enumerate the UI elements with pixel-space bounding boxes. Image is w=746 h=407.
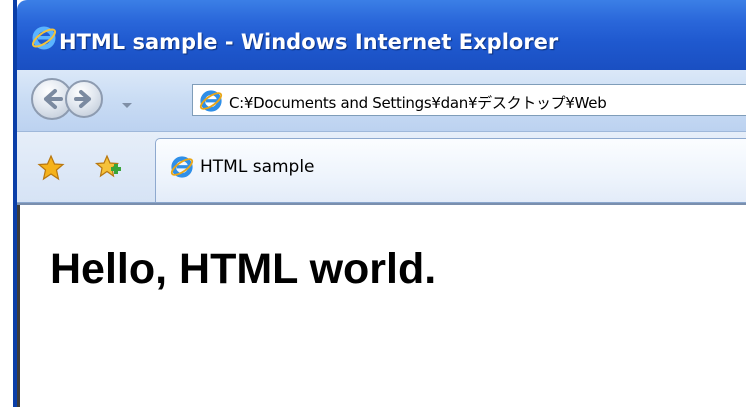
chevron-down-icon[interactable] bbox=[120, 96, 134, 115]
title-bar[interactable]: HTML sample - Windows Internet Explorer bbox=[17, 0, 746, 70]
address-bar[interactable]: C:¥Documents and Settings¥dan¥デスクトップ¥Web bbox=[192, 84, 746, 116]
internet-explorer-icon bbox=[199, 89, 223, 117]
star-icon[interactable] bbox=[37, 154, 65, 186]
window-title: HTML sample - Windows Internet Explorer bbox=[59, 30, 559, 54]
forward-arrow-icon bbox=[74, 90, 91, 108]
address-text[interactable]: C:¥Documents and Settings¥dan¥デスクトップ¥Web bbox=[229, 92, 607, 113]
tab-bar: HTML sample bbox=[17, 132, 746, 203]
internet-explorer-icon bbox=[31, 25, 57, 55]
content-border bbox=[17, 205, 20, 407]
page-content: Hello, HTML world. bbox=[17, 203, 746, 407]
browser-window: HTML sample - Windows Internet Explorer bbox=[13, 0, 746, 407]
forward-button[interactable] bbox=[65, 80, 103, 118]
page-heading: Hello, HTML world. bbox=[50, 245, 437, 293]
tab-html-sample[interactable]: HTML sample bbox=[155, 138, 746, 202]
navigation-bar: C:¥Documents and Settings¥dan¥デスクトップ¥Web bbox=[17, 70, 746, 132]
internet-explorer-icon bbox=[170, 155, 194, 183]
add-favorite-icon[interactable] bbox=[94, 153, 124, 187]
tab-label: HTML sample bbox=[200, 157, 315, 177]
